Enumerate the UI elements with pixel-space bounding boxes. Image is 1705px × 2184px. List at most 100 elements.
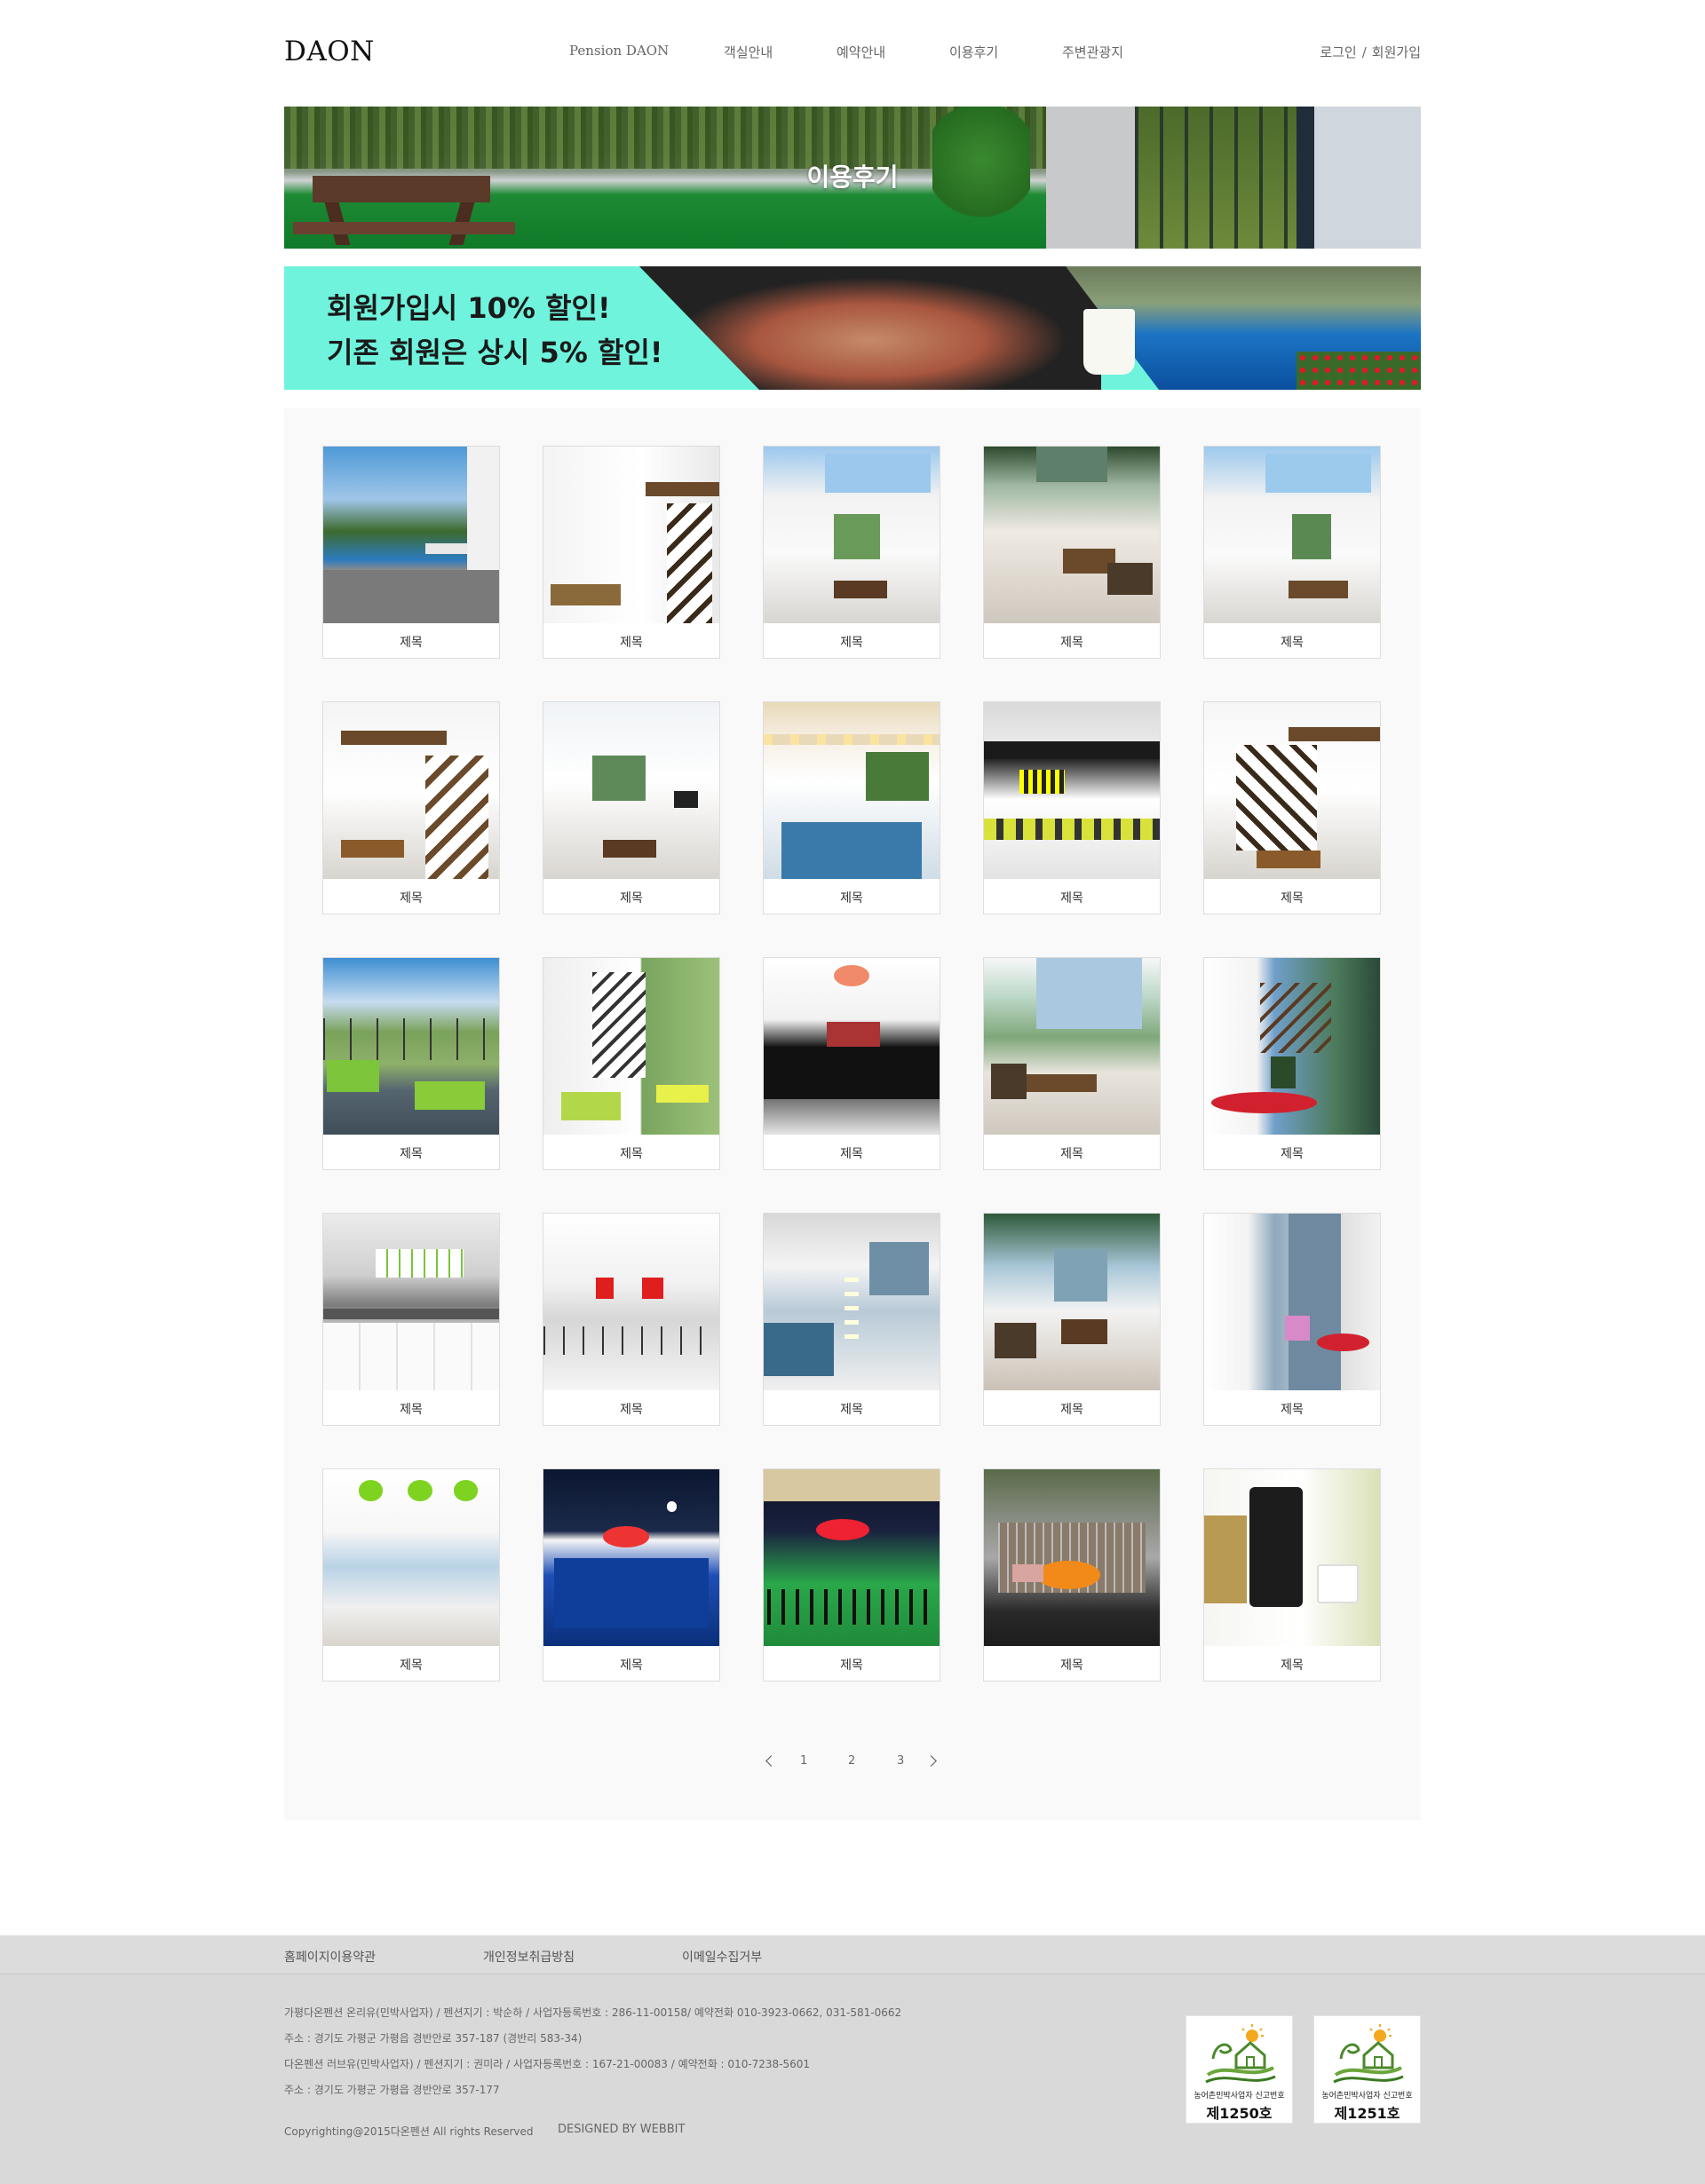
review-thumbnail-loft-stairs-photo[interactable] <box>323 702 499 879</box>
thumbnail-detail <box>764 1469 940 1501</box>
nav-pension-daon[interactable]: Pension DAON <box>569 43 669 59</box>
email-refusal-link[interactable]: 이메일수집거부 <box>682 1948 762 1966</box>
review-card[interactable]: 제목 <box>1203 701 1381 914</box>
review-thumbnail-terrace-photo[interactable] <box>1204 958 1380 1135</box>
review-title[interactable]: 제목 <box>323 1144 499 1162</box>
review-title[interactable]: 제목 <box>764 1144 940 1162</box>
review-card[interactable]: 제목 <box>543 957 720 1170</box>
site-logo[interactable]: DAON <box>284 36 375 67</box>
page-3[interactable]: 3 <box>897 1754 904 1768</box>
review-title[interactable]: 제목 <box>543 1144 719 1162</box>
thumbnail-detail <box>603 840 656 859</box>
review-title[interactable]: 제목 <box>323 1400 499 1418</box>
login-link[interactable]: 로그인 <box>1320 44 1356 60</box>
review-card[interactable]: 제목 <box>1203 1213 1381 1426</box>
review-thumbnail-hallway-photo[interactable] <box>764 958 940 1135</box>
nav-reviews[interactable]: 이용후기 <box>949 43 998 61</box>
review-card[interactable]: 제목 <box>983 957 1161 1170</box>
review-thumbnail-chandelier-photo[interactable] <box>764 1214 940 1390</box>
nav-attractions[interactable]: 주변관광지 <box>1062 43 1123 61</box>
review-title[interactable]: 제목 <box>1204 633 1380 651</box>
review-card[interactable]: 제목 <box>322 957 500 1170</box>
promo-coffee-cup <box>1083 309 1135 375</box>
review-card[interactable]: 제목 <box>1203 1468 1381 1682</box>
review-card[interactable]: 제목 <box>322 446 500 659</box>
review-card[interactable]: 제목 <box>322 1213 500 1426</box>
review-thumbnail-loft-photo[interactable] <box>543 1214 719 1390</box>
review-thumbnail-coffee-maker-photo[interactable] <box>1204 1469 1380 1646</box>
review-card[interactable]: 제목 <box>763 1213 940 1426</box>
review-card[interactable]: 제목 <box>983 1468 1161 1682</box>
review-thumbnail-bbq-grill-photo[interactable] <box>984 1469 1160 1646</box>
review-title[interactable]: 제목 <box>1204 889 1380 906</box>
review-card[interactable]: 제목 <box>763 1468 940 1682</box>
review-title[interactable]: 제목 <box>764 889 940 906</box>
page-1[interactable]: 1 <box>800 1754 807 1768</box>
review-thumbnail-bedroom-photo[interactable] <box>984 702 1160 879</box>
review-thumbnail-living-room-photo[interactable] <box>984 447 1160 623</box>
review-title[interactable]: 제목 <box>543 1400 719 1418</box>
review-thumbnail-room-photo[interactable] <box>323 1469 499 1646</box>
review-card[interactable]: 제목 <box>322 1468 500 1682</box>
prev-page-icon[interactable] <box>765 1755 777 1767</box>
review-thumbnail-window-view-photo[interactable] <box>764 702 940 879</box>
review-thumbnail-loft-stairs-photo[interactable] <box>1204 702 1380 879</box>
thumbnail-detail <box>550 584 622 606</box>
privacy-link[interactable]: 개인정보취급방침 <box>483 1948 575 1966</box>
footer-link-bar: 홈페이지이용약관 개인정보취급방침 이메일수집거부 <box>0 1935 1705 1974</box>
thumbnail-detail <box>1257 851 1320 869</box>
review-title[interactable]: 제목 <box>543 889 719 906</box>
review-thumbnail-loft-stairs-photo[interactable] <box>543 447 719 623</box>
review-card[interactable]: 제목 <box>1203 957 1381 1170</box>
review-title[interactable]: 제목 <box>323 889 499 906</box>
review-card[interactable]: 제목 <box>983 701 1161 914</box>
review-thumbnail-living-room-photo[interactable] <box>1204 447 1380 623</box>
review-thumbnail-night-garden-photo[interactable] <box>764 1469 940 1646</box>
next-page-icon[interactable] <box>925 1755 937 1767</box>
review-thumbnail-pool-photo[interactable] <box>323 447 499 623</box>
page-2[interactable]: 2 <box>848 1754 855 1768</box>
review-title[interactable]: 제목 <box>1204 1144 1380 1162</box>
review-title[interactable]: 제목 <box>323 1656 499 1674</box>
review-title[interactable]: 제목 <box>984 633 1160 651</box>
review-title[interactable]: 제목 <box>984 1400 1160 1418</box>
review-card[interactable]: 제목 <box>543 1468 720 1682</box>
review-title[interactable]: 제목 <box>1204 1400 1380 1418</box>
review-card[interactable]: 제목 <box>763 701 940 914</box>
review-title[interactable]: 제목 <box>543 1656 719 1674</box>
nav-rooms[interactable]: 객실안내 <box>724 43 773 61</box>
review-title[interactable]: 제목 <box>1204 1656 1380 1674</box>
review-thumbnail-living-room-photo[interactable] <box>984 958 1160 1135</box>
signup-link[interactable]: 회원가입 <box>1372 44 1421 60</box>
review-card[interactable]: 제목 <box>1203 446 1381 659</box>
review-card[interactable]: 제목 <box>543 1213 720 1426</box>
review-title[interactable]: 제목 <box>764 1400 940 1418</box>
review-title[interactable]: 제목 <box>764 1656 940 1674</box>
review-thumbnail-living-room-photo[interactable] <box>543 958 719 1135</box>
review-title[interactable]: 제목 <box>984 1144 1160 1162</box>
terms-link[interactable]: 홈페이지이용약관 <box>284 1948 376 1966</box>
review-title[interactable]: 제목 <box>984 1656 1160 1674</box>
review-title[interactable]: 제목 <box>323 633 499 651</box>
review-thumbnail-living-room-photo[interactable] <box>764 447 940 623</box>
review-thumbnail-kitchen-photo[interactable] <box>323 1214 499 1390</box>
copyright: Copyrighting@2015다온펜션 All rights Reserve… <box>284 2125 534 2138</box>
review-card[interactable]: 제목 <box>543 446 720 659</box>
review-card[interactable]: 제목 <box>763 957 940 1170</box>
review-title[interactable]: 제목 <box>543 633 719 651</box>
review-thumbnail-living-room-photo[interactable] <box>543 702 719 879</box>
review-card[interactable]: 제목 <box>983 1213 1161 1426</box>
review-card[interactable]: 제목 <box>983 446 1161 659</box>
review-title[interactable]: 제목 <box>764 633 940 651</box>
review-card[interactable]: 제목 <box>543 701 720 914</box>
review-thumbnail-living-room-photo[interactable] <box>984 1214 1160 1390</box>
review-thumbnail-terrace-photo[interactable] <box>323 958 499 1135</box>
promo-banner[interactable]: 회원가입시 10% 할인! 기존 회원은 상시 5% 할인! <box>284 266 1421 390</box>
review-card[interactable]: 제목 <box>322 701 500 914</box>
review-thumbnail-night-pool-photo[interactable] <box>543 1469 719 1646</box>
review-card[interactable]: 제목 <box>763 446 940 659</box>
thumbnail-detail <box>1292 513 1331 560</box>
nav-reservation[interactable]: 예약안내 <box>837 43 885 61</box>
review-thumbnail-terrace-photo[interactable] <box>1204 1214 1380 1390</box>
review-title[interactable]: 제목 <box>984 889 1160 906</box>
